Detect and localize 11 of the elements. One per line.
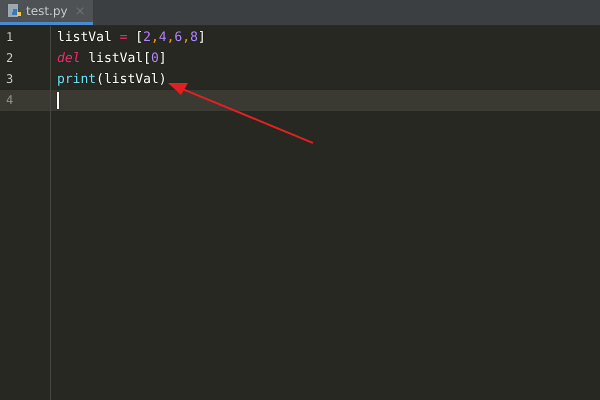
code-editor[interactable]: 1 2 3 4 listVal = [2,4,6,8] del listVal[0] print(listVal): [0, 26, 600, 400]
line-number: 2: [5, 50, 14, 67]
line-number: 1: [5, 29, 14, 46]
line-number: 4: [0, 90, 50, 111]
code-line: listVal = [2,4,6,8]: [57, 29, 206, 47]
file-tab[interactable]: test.py ×: [0, 0, 94, 25]
text-cursor: [57, 92, 59, 109]
line-number: 3: [5, 71, 14, 88]
python-file-icon: [8, 4, 22, 18]
code-line: del listVal[0]: [57, 50, 167, 68]
code-line: print(listVal): [57, 71, 167, 89]
